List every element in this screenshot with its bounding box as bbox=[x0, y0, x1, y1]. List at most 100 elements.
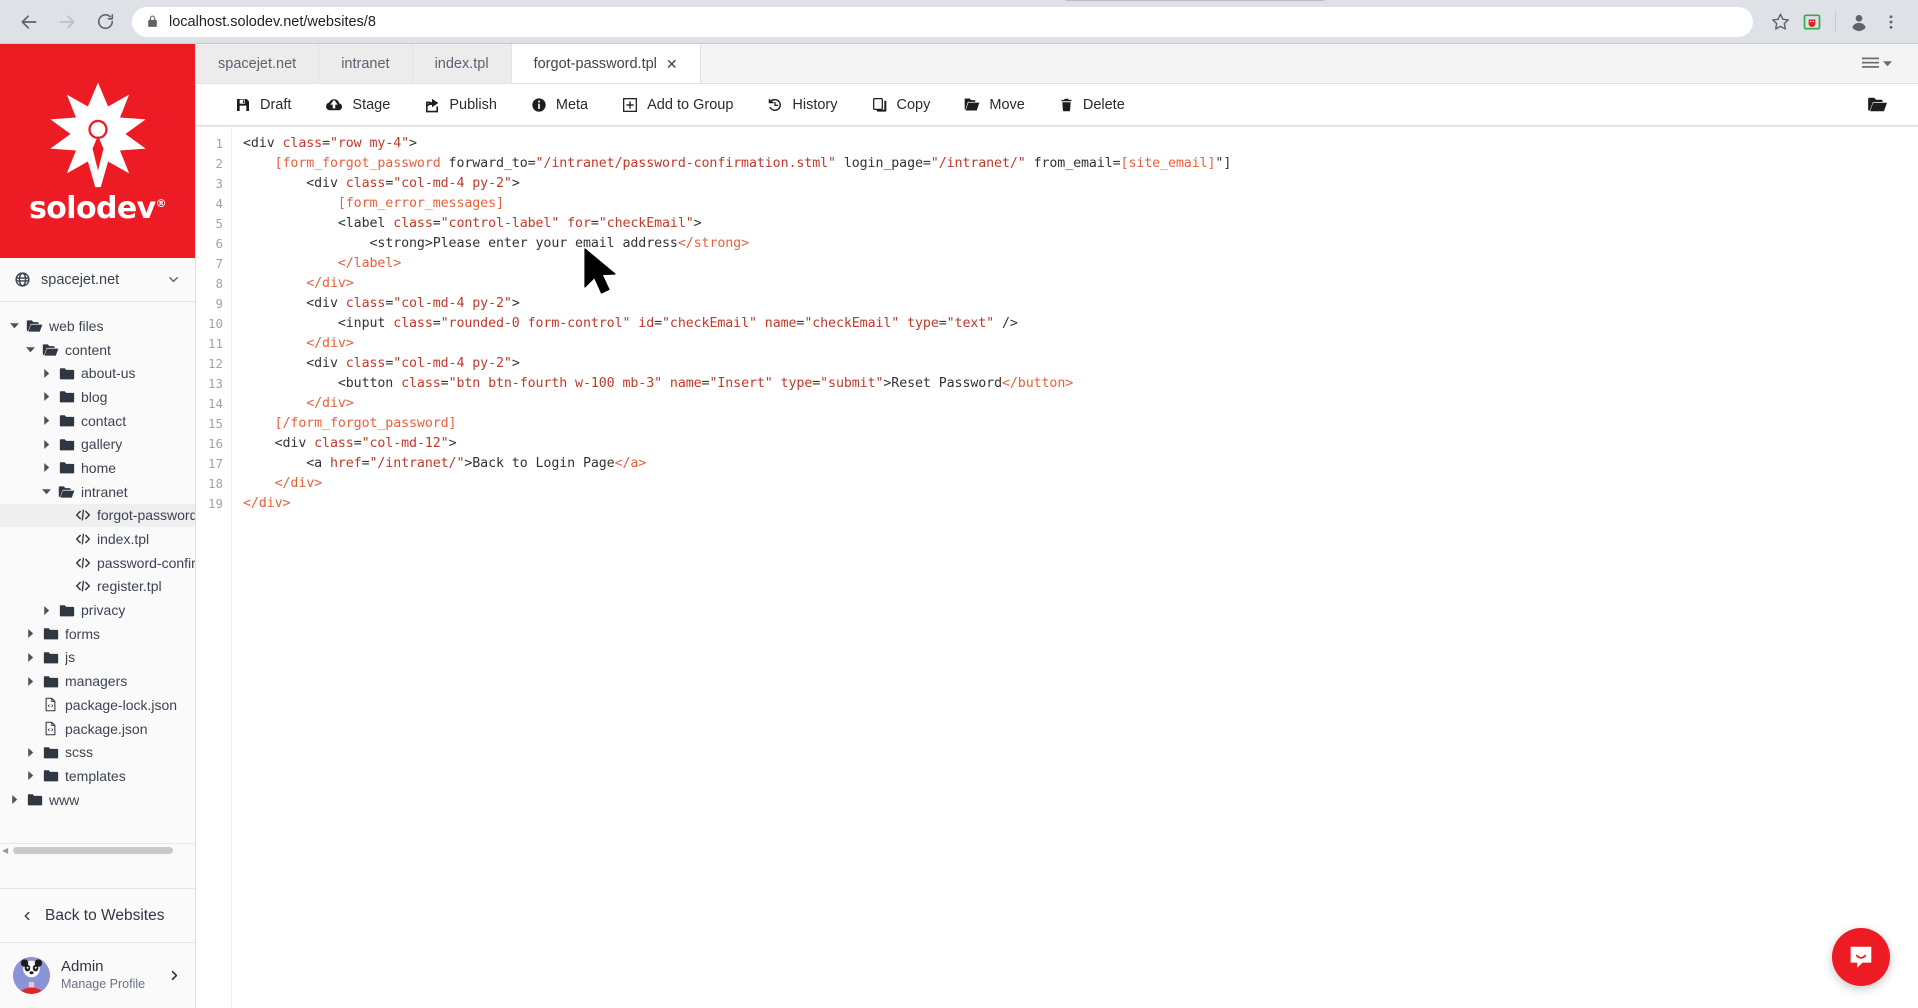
tree-item-password-confirmation-st[interactable]: password-confirmation.st bbox=[0, 551, 195, 575]
tree-item-gallery[interactable]: gallery bbox=[0, 432, 195, 456]
chevron-right-icon[interactable] bbox=[41, 439, 52, 449]
file-icon bbox=[42, 697, 59, 712]
chevron-down-icon[interactable] bbox=[166, 272, 181, 287]
tree-item-js[interactable]: js bbox=[0, 646, 195, 670]
editor-tab-intranet[interactable]: intranet bbox=[319, 44, 413, 83]
open-folder-button[interactable] bbox=[1867, 96, 1918, 113]
folder-icon bbox=[26, 793, 43, 806]
chevron-right-icon[interactable] bbox=[9, 795, 20, 805]
manage-profile-label: Manage Profile bbox=[61, 976, 146, 991]
tree-item-forms[interactable]: forms bbox=[0, 622, 195, 646]
tree-item-blog[interactable]: blog bbox=[0, 385, 195, 409]
user-meta: Admin Manage Profile bbox=[61, 958, 156, 994]
tree-item-package-lock-json[interactable]: package-lock.json bbox=[0, 693, 195, 717]
profile-avatar-icon[interactable] bbox=[1844, 7, 1874, 37]
tree-item-web-files[interactable]: web files bbox=[0, 314, 195, 338]
chat-widget-button[interactable] bbox=[1832, 928, 1890, 986]
chevron-right-icon[interactable] bbox=[25, 676, 36, 686]
tree-item-index-tpl[interactable]: index.tpl bbox=[0, 527, 195, 551]
chevron-right-icon[interactable] bbox=[41, 392, 52, 402]
copy-icon bbox=[872, 97, 888, 113]
solodev-logo[interactable]: solodev® bbox=[0, 44, 195, 258]
code-line: </div> bbox=[306, 276, 354, 291]
sidebar-horizontal-scrollbar[interactable]: ◀ bbox=[0, 843, 195, 857]
stage-button[interactable]: Stage bbox=[308, 84, 407, 125]
chevron-right-icon[interactable] bbox=[41, 368, 52, 378]
tab-bar-menu-button[interactable] bbox=[1836, 44, 1918, 83]
tree-item-label: home bbox=[81, 459, 117, 476]
history-clock-icon bbox=[767, 97, 783, 113]
delete-button[interactable]: Delete bbox=[1042, 84, 1142, 125]
three-dot-menu-icon[interactable] bbox=[1876, 7, 1906, 37]
chevron-right-icon[interactable] bbox=[25, 652, 36, 662]
chevron-right-icon[interactable] bbox=[25, 747, 36, 757]
meta-button[interactable]: Meta bbox=[514, 84, 605, 125]
address-bar[interactable]: localhost.solodev.net/websites/8 bbox=[132, 6, 1753, 37]
open-folder-icon bbox=[1867, 96, 1888, 113]
tree-item-register-tpl[interactable]: register.tpl bbox=[0, 575, 195, 599]
tree-item-forgot-password-tpl[interactable]: forgot-password.tpl bbox=[0, 503, 195, 528]
lock-icon bbox=[146, 15, 159, 28]
editor-tab-forgot-password-tpl[interactable]: forgot-password.tpl ✕ bbox=[511, 44, 701, 83]
tree-item-about-us[interactable]: about-us bbox=[0, 361, 195, 385]
tree-item-label: templates bbox=[65, 767, 126, 784]
code-content[interactable]: <div class="row my-4"> [form_forgot_pass… bbox=[232, 127, 1918, 1008]
draft-button[interactable]: Draft bbox=[218, 84, 308, 125]
chevron-down-icon[interactable] bbox=[25, 345, 36, 354]
plus-square-icon bbox=[622, 97, 638, 113]
chevron-right-icon[interactable] bbox=[41, 605, 52, 615]
line-number: 18 bbox=[207, 476, 223, 491]
tree-item-label: gallery bbox=[81, 436, 123, 453]
publish-button[interactable]: Publish bbox=[407, 84, 514, 125]
scroll-left-arrow-icon[interactable]: ◀ bbox=[2, 846, 8, 855]
tree-item-templates[interactable]: templates bbox=[0, 764, 195, 788]
chevron-right-icon[interactable] bbox=[41, 416, 52, 426]
toolbar-button-label: Draft bbox=[260, 96, 292, 113]
code-line: <label class="control-label" for="checkE… bbox=[337, 216, 702, 231]
chevron-down-icon[interactable] bbox=[41, 487, 52, 496]
back-arrow-icon[interactable] bbox=[12, 5, 46, 39]
chevron-right-icon[interactable] bbox=[25, 771, 36, 781]
tree-item-privacy[interactable]: privacy bbox=[0, 598, 195, 622]
user-profile-row[interactable]: Admin Manage Profile bbox=[0, 942, 195, 1008]
editor-tab-spacejet-net[interactable]: spacejet.net bbox=[196, 44, 320, 83]
forward-arrow-icon[interactable] bbox=[50, 5, 84, 39]
tree-item-home[interactable]: home bbox=[0, 456, 195, 480]
editor-tab-bar[interactable]: spacejet.net intranet index.tpl forgot-pass… bbox=[196, 44, 1918, 84]
move-button[interactable]: Move bbox=[947, 84, 1041, 125]
editor-toolbar[interactable]: Draft Stage Publish Meta Add to Group History… bbox=[196, 84, 1918, 126]
copy-button[interactable]: Copy bbox=[855, 84, 948, 125]
toolbar-button-label: Stage bbox=[352, 96, 391, 113]
reload-icon[interactable] bbox=[88, 5, 122, 39]
chevron-right-icon[interactable] bbox=[41, 463, 52, 473]
line-number: 11 bbox=[207, 336, 223, 351]
main-panel: spacejet.net intranet index.tpl forgot-pass… bbox=[196, 44, 1918, 1008]
file-tree[interactable]: web files content about-us blog contact galle… bbox=[0, 302, 195, 843]
chevron-right-icon[interactable] bbox=[167, 968, 182, 983]
code-editor[interactable]: 1 2 3 4 5 6 7 8 9 10 11 12 13 14 15 16 17 18 19 <div class… bbox=[196, 126, 1918, 1008]
chevron-right-icon[interactable] bbox=[25, 629, 36, 639]
tree-item-content[interactable]: content bbox=[0, 338, 195, 362]
tree-item-label: forms bbox=[65, 625, 100, 642]
site-selector[interactable]: spacejet.net bbox=[0, 258, 195, 302]
line-number: 5 bbox=[215, 216, 223, 231]
chevron-down-icon[interactable] bbox=[9, 321, 20, 330]
tree-item-intranet[interactable]: intranet bbox=[0, 480, 195, 504]
tree-item-label: forgot-password.tpl bbox=[97, 507, 195, 524]
history-button[interactable]: History bbox=[750, 84, 854, 125]
close-icon[interactable]: ✕ bbox=[666, 57, 678, 71]
back-to-websites-label: Back to Websites bbox=[45, 906, 165, 924]
editor-tab-index-tpl[interactable]: index.tpl bbox=[412, 44, 512, 83]
tree-item-www[interactable]: www bbox=[0, 788, 195, 812]
bookmark-star-icon[interactable] bbox=[1765, 7, 1795, 37]
add-to-group-button[interactable]: Add to Group bbox=[605, 84, 750, 125]
tree-item-contact[interactable]: contact bbox=[0, 409, 195, 433]
tree-item-package-json[interactable]: package.json bbox=[0, 717, 195, 741]
scrollbar-thumb[interactable] bbox=[13, 846, 174, 854]
extension-icon[interactable] bbox=[1797, 7, 1827, 37]
folder-icon bbox=[58, 367, 75, 380]
back-to-websites-button[interactable]: Back to Websites bbox=[0, 888, 195, 942]
tree-item-scss[interactable]: scss bbox=[0, 740, 195, 764]
tree-item-managers[interactable]: managers bbox=[0, 669, 195, 693]
tree-item-label: intranet bbox=[81, 483, 128, 500]
